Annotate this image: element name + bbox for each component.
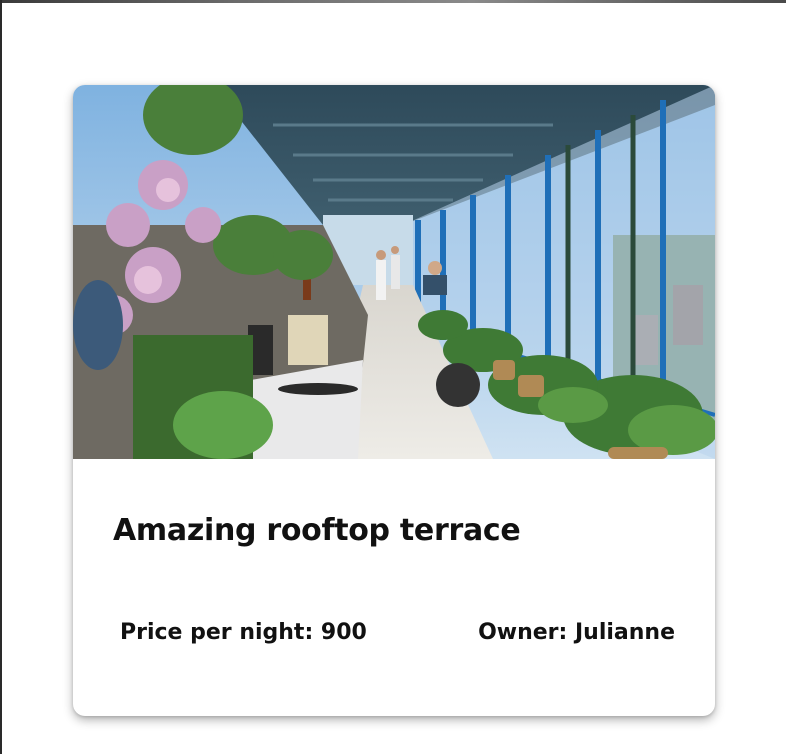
top-edge-strip (0, 0, 786, 3)
left-window-border (0, 0, 2, 754)
listing-card[interactable]: Amazing rooftop terrace Price per night:… (73, 85, 715, 716)
listing-title: Amazing rooftop terrace (113, 513, 521, 548)
owner-name: Owner: Julianne (478, 620, 675, 645)
listing-photo (73, 85, 715, 459)
price-per-night: Price per night: 900 (120, 620, 367, 645)
